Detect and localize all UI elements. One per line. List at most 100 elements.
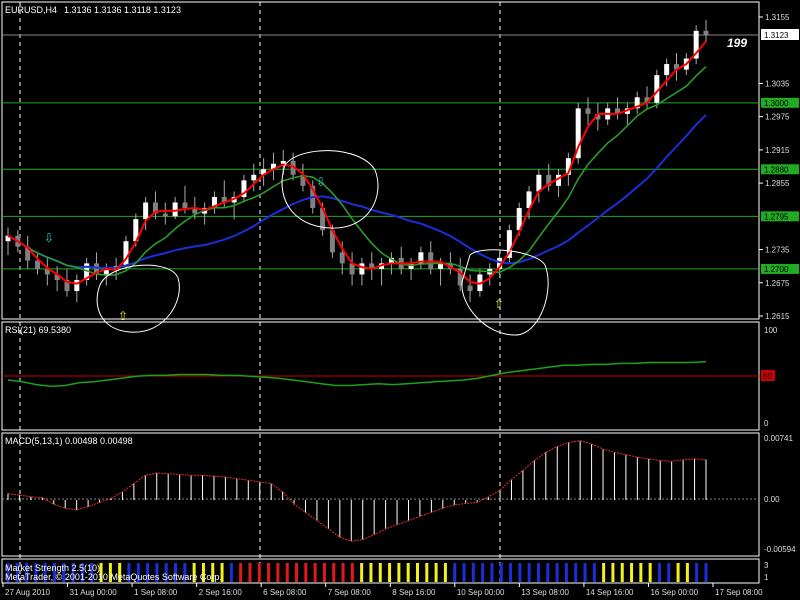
symbol-label: EURUSD,H4 [5, 5, 57, 15]
strength-bar [648, 563, 652, 582]
time-tick-label: 13 Sep 08:00 [521, 588, 569, 597]
strength-bar [425, 563, 429, 582]
strength-bar [704, 563, 708, 582]
ohlc-label: 1.3136 1.3136 1.3118 1.3123 [64, 5, 181, 15]
arrow-up-icon: ⇧ [118, 309, 128, 323]
candle-body [280, 160, 286, 164]
time-tick-label: 1 Sep 08:00 [134, 588, 178, 597]
strength-bar [462, 563, 466, 582]
candle-body [438, 263, 444, 269]
strength-bar [388, 563, 392, 582]
strength-bar [471, 563, 475, 582]
strength-bar [406, 563, 410, 582]
candle-body [251, 174, 257, 181]
strength-bar [397, 563, 401, 582]
macd-panel[interactable] [1, 432, 760, 557]
candle-body [467, 285, 473, 292]
strength-bar [481, 563, 485, 582]
level-badge-label: 1.3000 [764, 99, 789, 108]
price-tick-label: 1.2675 [765, 279, 790, 288]
strength-bar [583, 563, 587, 582]
strength-bar [546, 563, 550, 582]
strength-bar [304, 563, 308, 582]
strength-bar [415, 563, 419, 582]
time-tick-label: 6 Sep 08:00 [263, 588, 307, 597]
time-tick-label: 7 Sep 08:00 [328, 588, 372, 597]
time-tick-label: 10 Sep 00:00 [457, 588, 505, 597]
strength-bar [602, 563, 606, 582]
price-tick-label: 1.3155 [765, 13, 790, 22]
candle-body [703, 30, 709, 35]
level-badge-label: 1.2700 [764, 265, 789, 274]
level-lines [2, 102, 759, 270]
strength-bar [332, 563, 336, 582]
signal-arrows: ⇩ ⇩ ⇧ ⇧ [44, 175, 504, 323]
candle-body [585, 108, 591, 114]
strength-bar [267, 563, 271, 582]
strength-bar [257, 563, 261, 582]
arrow-up-icon: ⇧ [494, 297, 504, 311]
time-tick-label: 31 Aug 00:00 [70, 588, 118, 597]
rsi-tick-0: 0 [764, 419, 769, 428]
strength-bar [378, 563, 382, 582]
candle-body [123, 241, 129, 267]
strength-bar [360, 563, 364, 582]
strength-bar [685, 563, 689, 582]
strength-bar [536, 563, 540, 582]
strength-bar [443, 563, 447, 582]
strength-bar [657, 563, 661, 582]
price-axis: 1.3155 1.3035 1.2975 1.2915 1.2855 1.2735 1.26… [759, 13, 799, 321]
strength-bar [667, 563, 671, 582]
strength-bar [229, 563, 233, 582]
strength-bar [518, 563, 522, 582]
candle-body [664, 64, 670, 76]
strength-bar [564, 563, 568, 582]
strength-bar [639, 563, 643, 582]
price-tick-label: 1.2615 [765, 312, 790, 321]
strength-bar [620, 563, 624, 582]
level-badge-label: 1.2880 [764, 165, 789, 174]
big-number: 199 [727, 36, 747, 50]
rsi-line [7, 360, 707, 388]
strength-bar [611, 563, 615, 582]
macd-tick-top: 0.00741 [764, 434, 793, 443]
price-tick-label: 1.2855 [765, 179, 790, 188]
arrow-down-icon: ⇩ [316, 175, 326, 189]
candle-body [339, 252, 345, 264]
price-tick-label: 1.2915 [765, 146, 790, 155]
arrow-down-icon: ⇩ [44, 231, 54, 245]
strength-bar [313, 563, 317, 582]
macd-signal-line [7, 440, 707, 542]
strength-bar [434, 563, 438, 582]
level-badge-label: 1.2795 [764, 212, 789, 221]
ma-long-line [7, 114, 707, 269]
strength-bar [322, 563, 326, 582]
strength-bar [369, 563, 373, 582]
macd-label: MACD(5,13,1) 0.00498 0.00498 [5, 436, 133, 446]
macd-tick-bottom: -0.00594 [764, 545, 796, 554]
strength-tick-3: 3 [764, 561, 769, 570]
time-tick-label: 2 Sep 16:00 [199, 588, 243, 597]
time-tick-label: 16 Sep 00:00 [650, 588, 698, 597]
strength-bar [453, 563, 457, 582]
strength-bar [574, 563, 578, 582]
candle-body [172, 202, 178, 217]
rsi-tick-100: 100 [764, 326, 778, 335]
price-tick-label: 1.2735 [765, 246, 790, 255]
strength-bar [341, 563, 345, 582]
ma-fast-line [7, 40, 707, 285]
price-tick-label: 1.2975 [765, 113, 790, 122]
strength-bar [509, 563, 513, 582]
time-axis: 27 Aug 2010 31 Aug 00:00 1 Sep 08:00 2 Sep … [2, 583, 763, 597]
strength-bar [276, 563, 280, 582]
strength-bar [239, 563, 243, 582]
strength-bar [527, 563, 531, 582]
strength-bar [285, 563, 289, 582]
ma-slow-line [7, 66, 707, 277]
rsi-label: RSI(21) 69.5380 [5, 325, 71, 335]
strength-bar [499, 563, 503, 582]
candle-body [162, 213, 168, 217]
trading-chart[interactable]: ⇩ ⇩ ⇧ ⇧ EURUSD,H4 1.3136 1.3136 1.3118 1… [0, 0, 800, 600]
candle-body [182, 202, 188, 209]
macd-tick-zero: 0.00 [764, 495, 780, 504]
